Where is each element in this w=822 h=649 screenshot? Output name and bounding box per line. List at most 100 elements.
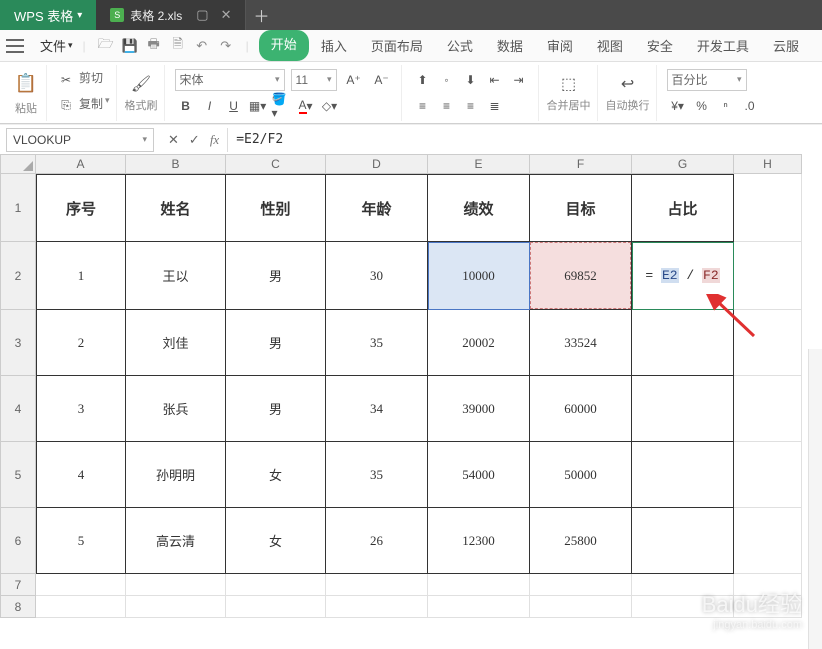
- cell-B4[interactable]: 张兵: [126, 376, 226, 442]
- cell-D3[interactable]: 35: [326, 310, 428, 376]
- tab-view[interactable]: 视图: [585, 30, 635, 61]
- number-format-combo[interactable]: 百分比▾: [667, 69, 747, 91]
- underline-icon[interactable]: U: [223, 95, 245, 117]
- cell-D4[interactable]: 34: [326, 376, 428, 442]
- row-header-4[interactable]: 4: [0, 376, 36, 442]
- row-header-6[interactable]: 6: [0, 508, 36, 574]
- tab-devtools[interactable]: 开发工具: [685, 30, 761, 61]
- cell-F3[interactable]: 33524: [530, 310, 632, 376]
- col-header-F[interactable]: F: [530, 154, 632, 174]
- cell-F8[interactable]: [530, 596, 632, 618]
- print-icon[interactable]: 🖶: [144, 36, 164, 56]
- cell-B3[interactable]: 刘佳: [126, 310, 226, 376]
- row-header-1[interactable]: 1: [0, 174, 36, 242]
- cell-A5[interactable]: 4: [36, 442, 126, 508]
- cell-G2[interactable]: = E2 / F2: [632, 242, 734, 310]
- new-tab-button[interactable]: ＋: [246, 0, 276, 30]
- copy-icon[interactable]: ⎘: [55, 95, 77, 117]
- cell-F4[interactable]: 60000: [530, 376, 632, 442]
- select-all-corner[interactable]: [0, 154, 36, 174]
- cells-area[interactable]: 序号姓名性别年龄绩效目标占比1王以男301000069852= E2 / F22…: [36, 174, 802, 618]
- indent-increase-icon[interactable]: ⇥: [508, 69, 530, 91]
- col-header-D[interactable]: D: [326, 154, 428, 174]
- col-header-H[interactable]: H: [734, 154, 802, 174]
- col-header-A[interactable]: A: [36, 154, 126, 174]
- cell-D5[interactable]: 35: [326, 442, 428, 508]
- formula-input[interactable]: [227, 128, 822, 152]
- cell-G1[interactable]: 占比: [632, 174, 734, 242]
- cell-D6[interactable]: 26: [326, 508, 428, 574]
- cell-E5[interactable]: 54000: [428, 442, 530, 508]
- restore-icon[interactable]: ▢: [196, 7, 208, 23]
- cell-B1[interactable]: 姓名: [126, 174, 226, 242]
- scissors-icon[interactable]: ✂: [55, 69, 77, 91]
- cell-A2[interactable]: 1: [36, 242, 126, 310]
- folder-open-icon[interactable]: 🗁: [96, 36, 116, 56]
- save-icon[interactable]: 💾: [120, 36, 140, 56]
- cell-H5[interactable]: [734, 442, 802, 508]
- undo-icon[interactable]: ↶: [192, 36, 212, 56]
- cell-C6[interactable]: 女: [226, 508, 326, 574]
- cell-E8[interactable]: [428, 596, 530, 618]
- cell-E6[interactable]: 12300: [428, 508, 530, 574]
- highlight-icon[interactable]: ◇▾: [319, 95, 341, 117]
- col-header-C[interactable]: C: [226, 154, 326, 174]
- font-name-combo[interactable]: 宋体▾: [175, 69, 285, 91]
- col-header-E[interactable]: E: [428, 154, 530, 174]
- borders-icon[interactable]: ▦▾: [247, 95, 269, 117]
- merge-cells-icon[interactable]: ⬚: [558, 73, 580, 95]
- cell-E4[interactable]: 39000: [428, 376, 530, 442]
- indent-decrease-icon[interactable]: ⇤: [484, 69, 506, 91]
- col-header-G[interactable]: G: [632, 154, 734, 174]
- decrease-font-icon[interactable]: A⁻: [371, 69, 393, 91]
- cell-H3[interactable]: [734, 310, 802, 376]
- cell-G4[interactable]: [632, 376, 734, 442]
- percent-icon[interactable]: %: [691, 95, 713, 117]
- cell-C1[interactable]: 性别: [226, 174, 326, 242]
- cell-F6[interactable]: 25800: [530, 508, 632, 574]
- cell-C4[interactable]: 男: [226, 376, 326, 442]
- cell-F7[interactable]: [530, 574, 632, 596]
- cell-B5[interactable]: 孙明明: [126, 442, 226, 508]
- cell-G3[interactable]: [632, 310, 734, 376]
- cell-C7[interactable]: [226, 574, 326, 596]
- cell-B6[interactable]: 高云清: [126, 508, 226, 574]
- cell-C8[interactable]: [226, 596, 326, 618]
- cell-F1[interactable]: 目标: [530, 174, 632, 242]
- comma-icon[interactable]: ⁿ: [715, 95, 737, 117]
- chevron-down-icon[interactable]: ▾: [77, 10, 82, 21]
- cell-E1[interactable]: 绩效: [428, 174, 530, 242]
- row-header-2[interactable]: 2: [0, 242, 36, 310]
- align-middle-icon[interactable]: ◦: [436, 69, 458, 91]
- tab-home[interactable]: 开始: [259, 30, 309, 61]
- menu-icon[interactable]: [6, 39, 24, 53]
- cell-A4[interactable]: 3: [36, 376, 126, 442]
- currency-icon[interactable]: ¥▾: [667, 95, 689, 117]
- copy-label[interactable]: 复制: [79, 95, 103, 117]
- cell-B2[interactable]: 王以: [126, 242, 226, 310]
- tab-cloud[interactable]: 云服: [761, 30, 811, 61]
- cell-B7[interactable]: [126, 574, 226, 596]
- tab-security[interactable]: 安全: [635, 30, 685, 61]
- paste-icon[interactable]: 📋: [12, 70, 40, 98]
- cancel-formula-icon[interactable]: ✕: [168, 132, 179, 148]
- increase-decimal-icon[interactable]: .0: [739, 95, 761, 117]
- cut-label[interactable]: 剪切: [79, 69, 103, 91]
- cell-A3[interactable]: 2: [36, 310, 126, 376]
- cell-G5[interactable]: [632, 442, 734, 508]
- cell-H2[interactable]: [734, 242, 802, 310]
- tab-data[interactable]: 数据: [485, 30, 535, 61]
- spreadsheet-grid[interactable]: ABCDEFGH 12345678 序号姓名性别年龄绩效目标占比1王以男3010…: [0, 154, 822, 649]
- align-top-icon[interactable]: ⬆: [412, 69, 434, 91]
- chevron-down-icon[interactable]: ▾: [142, 134, 147, 145]
- cell-A6[interactable]: 5: [36, 508, 126, 574]
- cell-G6[interactable]: [632, 508, 734, 574]
- cell-C5[interactable]: 女: [226, 442, 326, 508]
- tab-pagelayout[interactable]: 页面布局: [359, 30, 435, 61]
- cell-A7[interactable]: [36, 574, 126, 596]
- bold-icon[interactable]: B: [175, 95, 197, 117]
- fill-color-icon[interactable]: 🪣▾: [271, 95, 293, 117]
- col-header-B[interactable]: B: [126, 154, 226, 174]
- tab-formula[interactable]: 公式: [435, 30, 485, 61]
- file-menu[interactable]: 文件▾: [32, 32, 81, 59]
